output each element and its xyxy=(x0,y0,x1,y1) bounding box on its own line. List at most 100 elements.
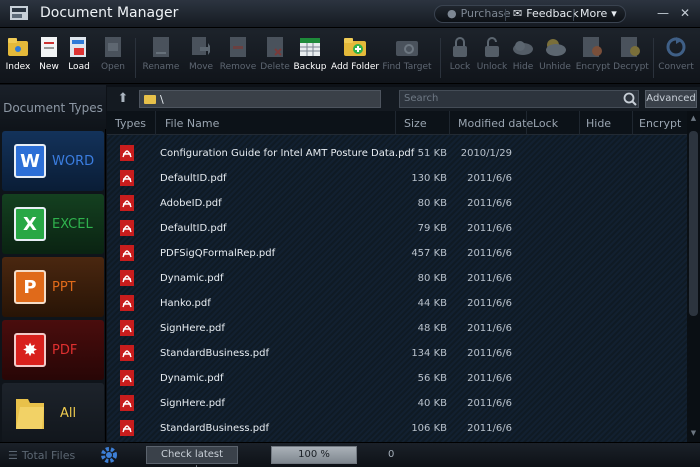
pdf-file-icon xyxy=(120,395,134,411)
column-modified-date[interactable]: Modified date xyxy=(458,117,533,130)
app-logo-icon xyxy=(10,6,28,20)
up-arrow-icon[interactable]: ⬆ xyxy=(115,91,131,107)
excel-icon: X xyxy=(14,207,46,241)
sidebar-item-pdf[interactable]: ✸ PDF xyxy=(2,320,104,380)
sidebar-item-ppt[interactable]: P PPT xyxy=(2,257,104,317)
more-menu-button[interactable]: More ▾ xyxy=(580,7,617,20)
pdf-icon: ✸ xyxy=(14,333,46,367)
delete-button[interactable]: Delete xyxy=(260,36,290,82)
search-icon[interactable] xyxy=(623,92,637,106)
path-field[interactable]: \ xyxy=(139,90,381,108)
column-lock[interactable]: Lock xyxy=(533,117,558,130)
encrypt-button[interactable]: Encrypt xyxy=(576,36,610,82)
scroll-down-icon[interactable]: ▼ xyxy=(689,429,698,438)
feedback-link[interactable]: ✉ Feedback xyxy=(513,7,579,20)
sidebar-item-excel[interactable]: X EXCEL xyxy=(2,194,104,254)
file-name: DefaultID.pdf xyxy=(160,173,227,184)
new-button[interactable]: New xyxy=(38,36,60,82)
scroll-thumb[interactable] xyxy=(689,131,698,316)
search-input[interactable]: Search xyxy=(399,90,639,108)
file-name: Dynamic.pdf xyxy=(160,273,224,284)
table-row[interactable]: Dynamic.pdf 80 KB 2011/6/6 xyxy=(107,266,687,291)
navigation-bar: ⬆ \ Search Advanced xyxy=(107,87,700,111)
column-divider xyxy=(395,111,396,135)
table-row[interactable]: PDFSigQFormalRep.pdf 457 KB 2011/6/6 xyxy=(107,241,687,266)
progress-text: 100 % xyxy=(298,449,330,460)
column-size[interactable]: Size xyxy=(404,117,427,130)
move-button[interactable]: Move xyxy=(189,36,213,82)
lock-icon xyxy=(449,36,471,58)
table-row[interactable]: DefaultID.pdf 79 KB 2011/6/6 xyxy=(107,216,687,241)
toolbar-divider xyxy=(440,38,441,78)
file-modified-date: 2011/6/6 xyxy=(467,273,512,284)
total-files: ☰ Total Files xyxy=(8,449,76,462)
load-button[interactable]: Load xyxy=(66,36,92,82)
pdf-file-icon xyxy=(120,295,134,311)
unlock-icon xyxy=(481,36,503,58)
file-modified-date: 2011/6/6 xyxy=(467,248,512,259)
table-row[interactable]: StandardBusiness.pdf 106 KB 2011/6/6 xyxy=(107,416,687,441)
file-name: SignHere.pdf xyxy=(160,398,225,409)
lock-button[interactable]: Lock xyxy=(449,36,471,82)
table-row[interactable]: SignHere.pdf 40 KB 2011/6/6 xyxy=(107,391,687,416)
sidebar-item-all[interactable]: All xyxy=(2,383,104,443)
hide-button[interactable]: Hide xyxy=(512,36,534,82)
file-size: 56 KB xyxy=(417,373,447,384)
minimize-button[interactable]: — xyxy=(656,6,670,20)
file-size: 51 KB xyxy=(417,148,447,159)
column-hide[interactable]: Hide xyxy=(586,117,611,130)
table-row[interactable]: AdobeID.pdf 80 KB 2011/6/6 xyxy=(107,191,687,216)
file-name: Dynamic.pdf xyxy=(160,373,224,384)
file-name: DefaultID.pdf xyxy=(160,223,227,234)
table-row[interactable]: Dynamic.pdf 56 KB 2011/6/6 xyxy=(107,366,687,391)
index-button[interactable]: Index xyxy=(6,36,30,82)
pdf-file-icon xyxy=(120,195,134,211)
rename-icon xyxy=(150,36,172,58)
column-file-name[interactable]: File Name xyxy=(165,117,219,130)
table-row[interactable]: DefaultID.pdf 130 KB 2011/6/6 xyxy=(107,166,687,191)
status-bar: ☰ Total Files Check latest version 100 %… xyxy=(0,442,700,467)
new-document-icon xyxy=(38,36,60,58)
add-folder-button[interactable]: Add Folder xyxy=(331,36,379,82)
file-size: 48 KB xyxy=(417,323,447,334)
scroll-up-icon[interactable]: ▲ xyxy=(689,114,698,123)
status-count: 0 xyxy=(388,449,395,460)
vertical-scrollbar[interactable]: ▲ ▼ xyxy=(687,111,700,442)
file-size: 79 KB xyxy=(417,223,447,234)
toolbar: Index New Load Open Rename Move Remove D… xyxy=(0,28,700,84)
column-encrypt[interactable]: Encrypt xyxy=(639,117,681,130)
file-size: 106 KB xyxy=(411,423,447,434)
close-button[interactable]: ✕ xyxy=(678,6,692,20)
table-row[interactable]: StandardBusiness.pdf 134 KB 2011/6/6 xyxy=(107,341,687,366)
file-modified-date: 2011/6/6 xyxy=(467,298,512,309)
unhide-icon xyxy=(544,36,566,58)
gear-icon[interactable] xyxy=(100,446,118,464)
table-row[interactable]: Hanko.pdf 44 KB 2011/6/6 xyxy=(107,291,687,316)
file-modified-date: 2011/6/6 xyxy=(467,198,512,209)
table-row[interactable]: Configuration Guide for Intel AMT Postur… xyxy=(107,141,687,166)
convert-button[interactable]: Convert xyxy=(658,36,694,82)
purchase-link[interactable]: ● Purchase xyxy=(447,7,511,20)
unlock-button[interactable]: Unlock xyxy=(477,36,507,82)
unhide-button[interactable]: Unhide xyxy=(539,36,571,82)
find-target-button[interactable]: Find Target xyxy=(382,36,432,82)
remove-button[interactable]: Remove xyxy=(220,36,256,82)
sidebar-item-word[interactable]: W WORD xyxy=(2,131,104,191)
table-row[interactable]: SignHere.pdf 48 KB 2011/6/6 xyxy=(107,316,687,341)
backup-icon xyxy=(299,36,321,58)
rename-button[interactable]: Rename xyxy=(143,36,179,82)
open-button[interactable]: Open xyxy=(100,36,126,82)
file-list: Types File Name Size Modified date Lock … xyxy=(107,111,700,442)
column-types[interactable]: Types xyxy=(115,117,146,130)
backup-button[interactable]: Backup xyxy=(294,36,327,82)
pdf-file-icon xyxy=(120,170,134,186)
pdf-file-icon xyxy=(120,245,134,261)
folder-icon xyxy=(144,94,156,104)
file-name: SignHere.pdf xyxy=(160,323,225,334)
file-name: Hanko.pdf xyxy=(160,298,211,309)
advanced-search-button[interactable]: Advanced xyxy=(645,90,697,108)
file-modified-date: 2011/6/6 xyxy=(467,223,512,234)
check-latest-version-button[interactable]: Check latest version xyxy=(146,446,238,467)
decrypt-button[interactable]: Decrypt xyxy=(613,36,649,82)
pdf-file-icon xyxy=(120,420,134,436)
